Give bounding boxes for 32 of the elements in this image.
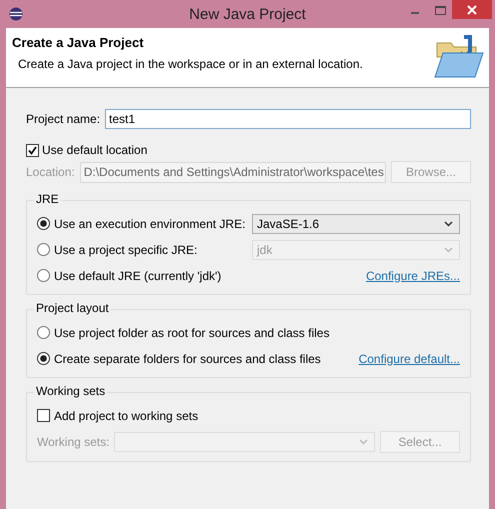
chevron-icon xyxy=(359,439,368,445)
radio-label: Create separate folders for sources and class files xyxy=(54,352,321,366)
radio-button[interactable] xyxy=(37,217,50,230)
page-description: Create a Java project in the workspace or in an external location. xyxy=(18,57,363,71)
radio-button[interactable] xyxy=(37,269,50,282)
group-title: Working sets xyxy=(34,384,108,398)
group-title: JRE xyxy=(34,192,61,206)
jre-dropdown[interactable]: JavaSE-1.6 xyxy=(252,214,460,234)
maximize-icon[interactable] xyxy=(435,6,446,15)
radio-label: Use default JRE (currently 'jdk') xyxy=(54,268,222,282)
radio-label: Use project folder as root for sources and class files xyxy=(54,326,330,340)
field-label: Working sets: xyxy=(37,435,110,449)
field-label: Project name: xyxy=(26,112,100,126)
radio-button[interactable] xyxy=(37,352,50,365)
radio-label: Use a project specific JRE: xyxy=(54,242,198,256)
close-icon[interactable] xyxy=(452,0,492,19)
configure-link[interactable]: Configure JREs... xyxy=(366,268,460,282)
group-title: Project layout xyxy=(34,301,111,315)
folder-icon xyxy=(433,35,485,79)
field-label: Location: xyxy=(26,165,75,179)
checkbox-label: Use default location xyxy=(42,143,148,157)
chevron-icon xyxy=(444,220,453,226)
radio-label: Use an execution environment JRE: xyxy=(54,216,244,230)
page-title: Create a Java Project xyxy=(12,35,144,50)
app-icon xyxy=(9,7,23,21)
project-name-field[interactable]: test1 xyxy=(105,109,471,129)
checkbox[interactable] xyxy=(26,144,39,156)
chevron-icon xyxy=(444,246,453,252)
radio-button[interactable] xyxy=(37,326,50,339)
checkbox-label: Add project to working sets xyxy=(54,408,198,422)
configure-link[interactable]: Configure default... xyxy=(358,352,460,366)
window-title: New Java Project xyxy=(189,6,306,23)
